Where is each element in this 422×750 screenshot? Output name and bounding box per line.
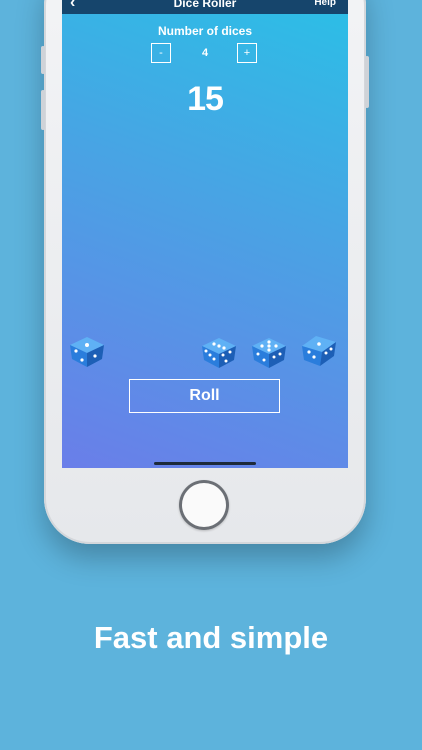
dice-icon: [70, 337, 104, 367]
dice-icon: [252, 338, 286, 368]
dice-icon: [202, 338, 236, 368]
increment-button[interactable]: +: [237, 43, 257, 63]
home-indicator: [154, 462, 256, 465]
phone-mute-switch: [41, 46, 45, 74]
phone-volume-button: [41, 90, 45, 130]
tagline: Fast and simple: [93, 620, 329, 655]
roll-button[interactable]: Roll: [129, 379, 280, 413]
roll-total: 15: [187, 80, 224, 118]
page-title: Dice Roller: [173, 0, 237, 10]
help-button[interactable]: Help: [314, 0, 336, 8]
home-button[interactable]: [179, 480, 229, 530]
app-screen: ‹ Dice Roller Help Number of dices - 4 +…: [62, 0, 348, 468]
dice-count-value: 4: [201, 47, 209, 59]
dice-icon: [302, 336, 336, 366]
dice-count-label: Number of dices: [157, 24, 253, 38]
phone-power-button: [365, 56, 369, 108]
navbar: ‹ Dice Roller Help: [62, 0, 348, 14]
